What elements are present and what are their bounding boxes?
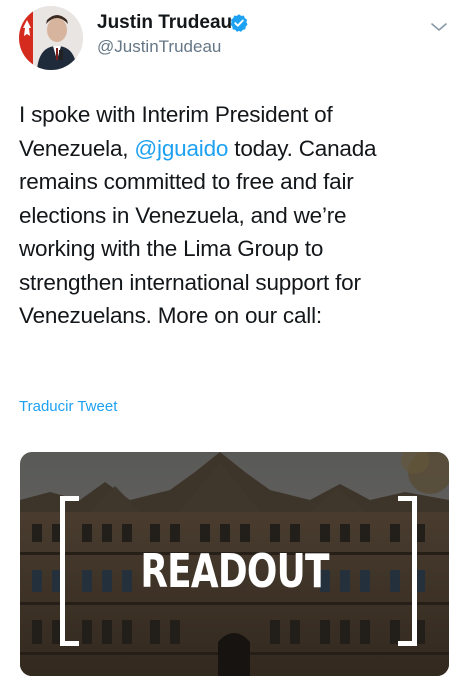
tweet-line: strengthen international support for [19, 269, 361, 295]
translate-tweet-link[interactable]: Traducir Tweet [19, 398, 117, 415]
link-card-image[interactable]: READOUT [20, 452, 449, 676]
tweet-line: remains committed to free and fair [19, 169, 354, 194]
tweet-line: I spoke with Interim President of [19, 102, 333, 127]
card-overlay-title: READOUT [140, 544, 329, 598]
profile-avatar[interactable] [19, 6, 83, 70]
tweet-line-segment: today. Canada [228, 135, 377, 161]
author-handle[interactable]: @JustinTrudeau [97, 37, 221, 57]
tweet-line: Venezuelans. More on our call: [19, 303, 322, 328]
tweet-line: elections in Venezuela, and we’re [19, 202, 347, 228]
tweet-line: working with the Lima Group to [19, 236, 324, 261]
tweet-line-with-mention: Venezuela, @jguaido today. Canada [19, 132, 449, 166]
author-name[interactable]: Justin Trudeau [97, 12, 232, 34]
tweet-header: Justin Trudeau @JustinTrudeau [0, 0, 470, 80]
verified-badge-icon [230, 14, 248, 32]
tweet-line-segment: Venezuela, [19, 135, 135, 161]
mention-link[interactable]: @jguaido [134, 136, 228, 161]
avatar-image [19, 6, 83, 70]
tweet-text: I spoke with Interim President of Venezu… [19, 98, 449, 333]
chevron-down-icon[interactable] [429, 20, 449, 34]
